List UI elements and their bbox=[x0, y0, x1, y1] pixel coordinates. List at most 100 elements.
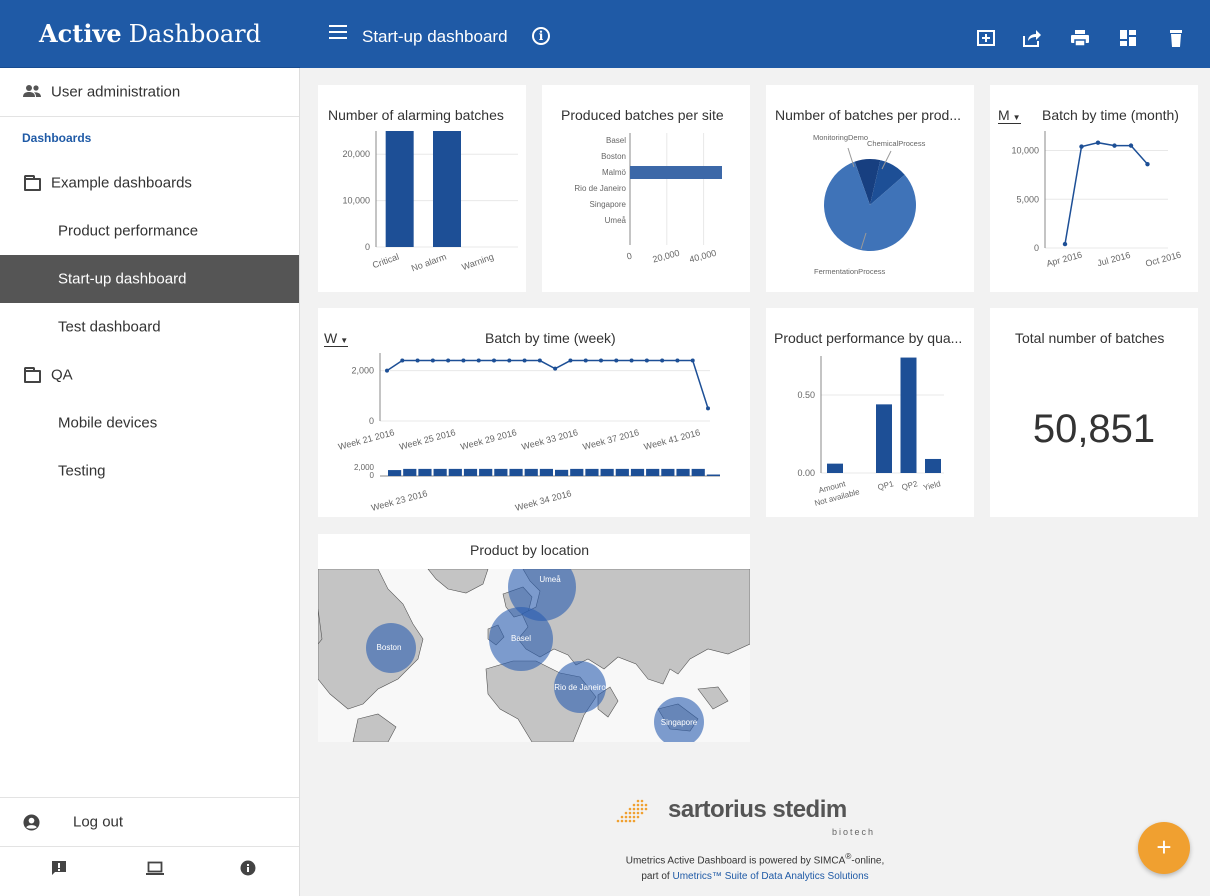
data-point bbox=[644, 358, 649, 363]
card-batches-per-site[interactable]: Produced batches per site 0 20,000 40,000 B… bbox=[542, 85, 750, 292]
app-logo[interactable]: Active Dashboard bbox=[0, 0, 300, 68]
bar bbox=[827, 463, 843, 473]
y-tick-label: 0 bbox=[369, 416, 374, 426]
info-icon[interactable] bbox=[240, 860, 256, 876]
sidebar-item-product-performance[interactable]: Product performance bbox=[0, 207, 299, 255]
navigator-bar bbox=[509, 468, 523, 476]
logo-subtitle: biotech bbox=[832, 827, 876, 837]
brand-name-bold: Active bbox=[39, 19, 122, 48]
data-point bbox=[568, 358, 573, 363]
add-card-button[interactable]: + bbox=[1138, 822, 1190, 874]
chart-batches-per-product: MonitoringDemoChemicalProcess Fermentatio… bbox=[813, 133, 926, 276]
sartorius-logo-mark bbox=[616, 799, 648, 823]
data-point bbox=[553, 366, 558, 371]
divider bbox=[0, 116, 299, 117]
navigator-bar bbox=[646, 468, 660, 476]
navigator-bar bbox=[691, 468, 705, 476]
bar bbox=[925, 458, 941, 473]
navigator-bar bbox=[570, 468, 584, 476]
chart-batch-by-month: 0 5,000 10,000 Apr 2016 Jul 2016 Oct 2016 bbox=[1011, 131, 1182, 269]
data-point bbox=[614, 358, 619, 363]
bar bbox=[876, 404, 892, 473]
navigator-bar bbox=[448, 468, 462, 476]
account-circle-icon bbox=[23, 814, 40, 831]
card-alarming-batches[interactable]: Number of alarming batches 0 10,000 20,000… bbox=[318, 85, 526, 292]
laptop-icon[interactable] bbox=[146, 861, 164, 875]
logout-button[interactable]: Log out bbox=[0, 798, 299, 846]
info-icon[interactable]: i bbox=[532, 27, 550, 45]
data-point bbox=[1079, 144, 1084, 149]
navigator-bar bbox=[630, 468, 645, 476]
navigator-x-label: Week 34 2016 bbox=[514, 488, 573, 513]
y-tick-label: Malmö bbox=[602, 168, 627, 177]
y-tick-label: Singapore bbox=[590, 200, 627, 209]
x-tick-label: 40,000 bbox=[688, 248, 717, 265]
share-icon[interactable] bbox=[1022, 28, 1042, 48]
sidebar-item-testing[interactable]: Testing bbox=[0, 447, 299, 495]
map-label-rio: Rio de Janeiro bbox=[554, 683, 606, 692]
series-line bbox=[1064, 141, 1149, 245]
data-point bbox=[400, 358, 405, 363]
card-title: Product by location bbox=[470, 542, 590, 558]
x-tick-label: Critical bbox=[371, 251, 400, 270]
card-product-by-location[interactable]: Product by location Umeå Basel Boston Ri… bbox=[318, 534, 750, 742]
navigator-bar bbox=[494, 468, 508, 476]
data-point bbox=[537, 358, 542, 363]
navigator-y-label: 0 bbox=[370, 471, 375, 480]
map-product-by-location[interactable]: Umeå Basel Boston Rio de Janeiro Singapo… bbox=[318, 569, 750, 742]
y-tick-label: 0 bbox=[365, 242, 370, 252]
add-to-dashboard-icon[interactable] bbox=[976, 28, 996, 48]
data-point bbox=[1128, 143, 1134, 148]
data-point bbox=[492, 358, 496, 363]
suite-link[interactable]: Umetrics™ Suite of Data Analytics Soluti… bbox=[672, 871, 868, 882]
chart-product-performance: 0.000.50AmountNot availableQP1 QP2 Yield bbox=[797, 356, 944, 508]
navigator-bar bbox=[403, 468, 417, 476]
card-batch-by-month[interactable]: M ▼ Batch by time (month) 0 5,000 10,000 Apr… bbox=[990, 85, 1198, 292]
sidebar-item-qa[interactable]: QA bbox=[0, 351, 299, 399]
sidebar-item-example-dashboards[interactable]: Example dashboards bbox=[0, 159, 299, 207]
bar bbox=[630, 166, 722, 179]
sidebar-item-label: QA bbox=[51, 366, 73, 384]
navigator-bar bbox=[479, 468, 493, 476]
chart-batch-by-week: 0 2,000 Week 21 2016 Week 25 2016 Week 29 20… bbox=[337, 353, 720, 513]
map-label-boston: Boston bbox=[377, 643, 402, 652]
series-line bbox=[386, 359, 709, 409]
folder-icon bbox=[24, 367, 41, 383]
chart-batches-per-site: 0 20,000 40,000 Basel Boston Malmö Rio de Jane… bbox=[574, 133, 722, 265]
sidebar-item-user-administration[interactable]: User administration bbox=[0, 68, 299, 116]
total-value: 50,851 bbox=[1032, 407, 1156, 451]
navigator-bar bbox=[585, 468, 599, 476]
data-point bbox=[385, 368, 389, 373]
card-total-batches[interactable]: Total number of batches 50,851 bbox=[990, 308, 1198, 517]
navigator-x-label: Week 23 2016 bbox=[370, 488, 429, 513]
sidebar-item-mobile-devices[interactable]: Mobile devices bbox=[0, 399, 299, 447]
sidebar-item-test-dashboard[interactable]: Test dashboard bbox=[0, 303, 299, 351]
delete-icon[interactable] bbox=[1166, 28, 1186, 48]
data-point bbox=[1062, 241, 1068, 247]
y-tick-label: 10,000 bbox=[1011, 146, 1039, 156]
y-tick-label: 2,000 bbox=[351, 366, 374, 376]
feedback-icon[interactable] bbox=[51, 860, 67, 876]
menu-icon[interactable] bbox=[329, 25, 347, 41]
divider bbox=[0, 846, 299, 847]
page-title: Start-up dashboard bbox=[362, 27, 508, 46]
data-point bbox=[522, 358, 527, 363]
layout-icon[interactable] bbox=[1118, 28, 1138, 48]
sidebar-item-label: Start-up dashboard bbox=[58, 270, 187, 288]
card-product-performance[interactable]: Product performance by qua... 0.00 0.50 Am… bbox=[766, 308, 974, 517]
data-point bbox=[507, 358, 512, 363]
sidebar-item-label: Testing bbox=[58, 462, 106, 480]
x-tick-label: 20,000 bbox=[651, 248, 680, 265]
navigator-bar bbox=[539, 468, 553, 476]
x-tick-label: Week 41 2016 bbox=[643, 427, 702, 452]
y-tick-label: 10,000 bbox=[342, 196, 370, 206]
y-tick-label: 20,000 bbox=[342, 149, 370, 159]
sidebar-item-label: Product performance bbox=[58, 222, 199, 240]
print-icon[interactable] bbox=[1070, 28, 1090, 48]
data-point bbox=[476, 358, 481, 363]
card-batches-per-product[interactable]: Number of batches per prod... Monitoring… bbox=[766, 85, 974, 292]
users-icon bbox=[23, 85, 41, 97]
sidebar-item-start-up-dashboard[interactable]: Start-up dashboard bbox=[0, 255, 299, 303]
data-point bbox=[1112, 143, 1117, 148]
card-batch-by-week[interactable]: W ▼ Batch by time (week) 0 2,000 Week 21 20… bbox=[318, 308, 750, 517]
